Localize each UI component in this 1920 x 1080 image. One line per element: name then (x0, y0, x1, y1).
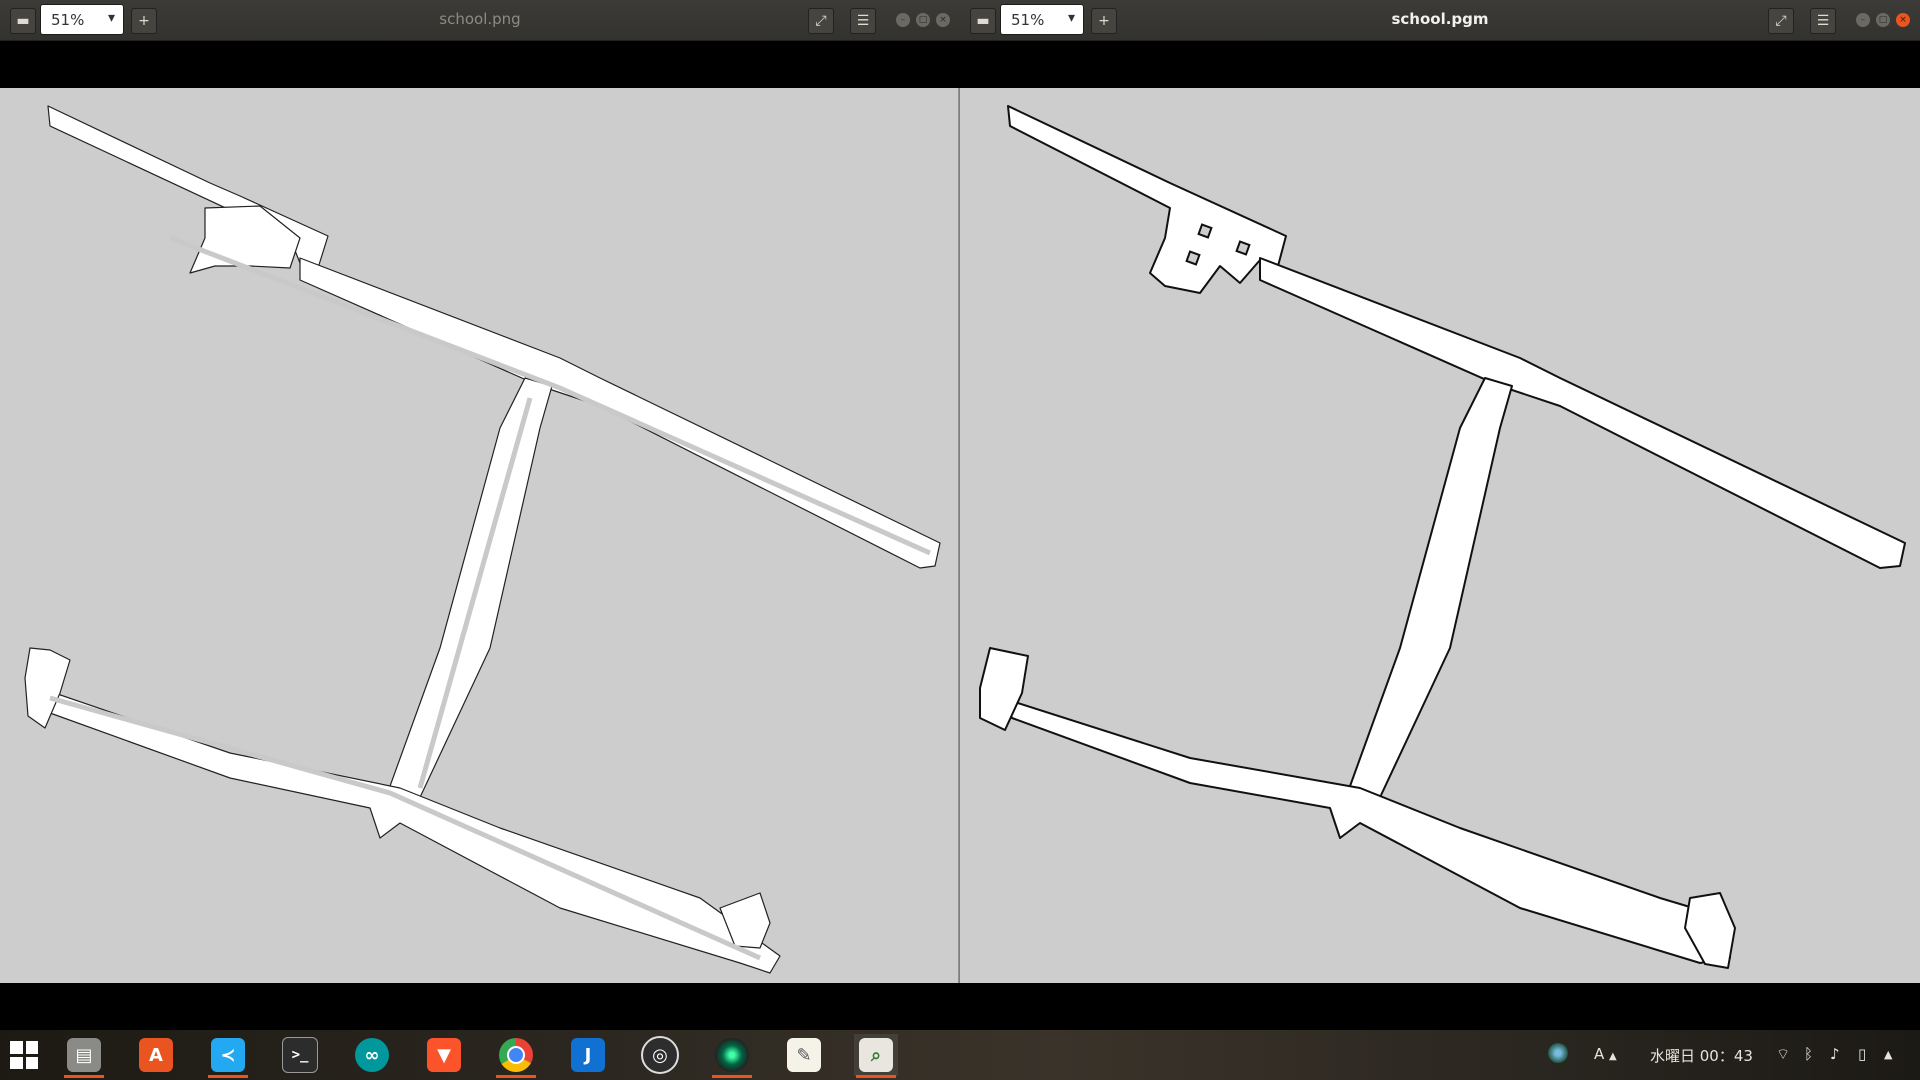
desktop: ▬ 51% ▾ + school.png ⤢ ☰ – □ × ▬ 51% ▾ +… (0, 0, 1920, 1080)
taskbar: ▤ A ≺ >_ ∞ ▼ J ◎ ✎ ⌕ A ▲ 水曜日 00：43 ⌔ ᛒ ♪… (0, 1030, 1920, 1080)
close-icon: × (939, 15, 947, 25)
header-bar: ▬ 51% ▾ + school.pgm ⤢ ☰ – □ × (960, 0, 1920, 41)
fullscreen-button[interactable]: ⤢ (1768, 8, 1794, 34)
occupancy-map-png (24, 105, 941, 974)
map-corridor (384, 377, 553, 809)
taskbar-text-editor[interactable]: ✎ (782, 1034, 826, 1076)
taskbar-camera[interactable] (710, 1034, 754, 1078)
volume-icon[interactable]: ♪ (1830, 1045, 1840, 1063)
minimize-button[interactable]: – (896, 13, 910, 27)
taskbar-vscode[interactable]: ≺ (206, 1034, 250, 1078)
running-indicator (64, 1075, 104, 1078)
zoom-select[interactable]: 51% ▾ (1000, 4, 1084, 35)
wifi-icon[interactable]: ⌔ (1776, 1045, 1790, 1064)
minimize-button[interactable]: – (1856, 13, 1870, 27)
zoom-out-button[interactable]: ▬ (10, 8, 36, 34)
chevron-down-icon: ▾ (107, 10, 115, 26)
lens-icon (715, 1038, 749, 1072)
chrome-icon (499, 1038, 533, 1072)
input-method-label: A (1594, 1045, 1605, 1063)
maximize-icon: □ (918, 15, 928, 25)
vscode-icon: ≺ (211, 1038, 245, 1072)
hamburger-icon: ☰ (856, 13, 870, 29)
image-viewer-window-right: ▬ 51% ▾ + school.pgm ⤢ ☰ – □ × (960, 0, 1920, 983)
file-cabinet-icon: ▤ (67, 1038, 101, 1072)
taskbar-files[interactable]: ▤ (62, 1034, 106, 1078)
menu-button[interactable]: ☰ (1810, 8, 1836, 34)
window-title: school.pgm (1391, 10, 1489, 28)
map-corridor (1344, 377, 1513, 809)
image-canvas[interactable] (0, 88, 960, 983)
image-canvas[interactable] (960, 88, 1920, 983)
map-corridor (1259, 257, 1906, 569)
taskbar-software-center[interactable]: A (134, 1034, 178, 1076)
caret-up-icon: ▲ (1609, 1051, 1617, 1062)
minus-icon: ▬ (976, 13, 990, 29)
minimize-icon: – (900, 15, 906, 25)
input-method-indicator[interactable]: A ▲ (1594, 1045, 1617, 1063)
running-indicator (208, 1075, 248, 1078)
zoom-value: 51% (1011, 11, 1045, 29)
bluetooth-icon[interactable]: ᛒ (1804, 1045, 1813, 1063)
image-viewer-window-left: ▬ 51% ▾ + school.png ⤢ ☰ – □ × (0, 0, 960, 983)
zoom-in-button[interactable]: + (131, 8, 157, 34)
plus-icon: + (138, 13, 150, 29)
tray-expand-icon[interactable]: ▲ (1884, 1048, 1892, 1061)
maximize-button[interactable]: □ (1876, 13, 1890, 27)
taskbar-arduino[interactable]: ∞ (350, 1034, 394, 1076)
running-indicator (856, 1075, 896, 1078)
header-bar: ▬ 51% ▾ + school.png ⤢ ☰ – □ × (0, 0, 960, 41)
zoom-value: 51% (51, 11, 85, 29)
maximize-icon: □ (1878, 15, 1888, 25)
taskbar-chrome[interactable] (494, 1034, 538, 1078)
zoom-out-button[interactable]: ▬ (970, 8, 996, 34)
expand-icon: ⤢ (1775, 13, 1787, 29)
map-corridor (1001, 697, 1731, 964)
map-corridor (1007, 105, 1287, 294)
taskbar-brave[interactable]: ▼ (422, 1034, 466, 1076)
taskbar-terminal[interactable]: >_ (278, 1034, 322, 1076)
battery-icon[interactable]: ▯ (1858, 1045, 1866, 1063)
taskbar-joplin[interactable]: J (566, 1034, 610, 1076)
app-grid-button[interactable] (2, 1034, 46, 1076)
network-globe-icon[interactable] (1548, 1043, 1568, 1063)
notepad-icon: ✎ (787, 1038, 821, 1072)
close-button[interactable]: × (1896, 13, 1910, 27)
running-indicator (712, 1075, 752, 1078)
taskbar-obs[interactable]: ◎ (638, 1034, 682, 1076)
zoom-select[interactable]: 51% ▾ (40, 4, 124, 35)
chevron-down-icon: ▾ (1067, 10, 1075, 26)
fullscreen-button[interactable]: ⤢ (808, 8, 834, 34)
lion-icon: ▼ (427, 1038, 461, 1072)
magnifier-image-icon: ⌕ (859, 1038, 893, 1072)
infinity-icon: ∞ (355, 1038, 389, 1072)
running-indicator (496, 1075, 536, 1078)
shopping-bag-icon: A (139, 1038, 173, 1072)
minus-icon: ▬ (16, 13, 30, 29)
zoom-in-button[interactable]: + (1091, 8, 1117, 34)
minimize-icon: – (1860, 15, 1866, 25)
expand-icon: ⤢ (815, 13, 827, 29)
taskbar-image-viewer[interactable]: ⌕ (854, 1034, 898, 1078)
maximize-button[interactable]: □ (916, 13, 930, 27)
close-icon: × (1899, 15, 1907, 25)
clock[interactable]: 水曜日 00：43 (1650, 1045, 1753, 1066)
occupancy-map-pgm (979, 105, 1906, 969)
plus-icon: + (1098, 13, 1110, 29)
hamburger-icon: ☰ (1816, 13, 1830, 29)
grid-icon (10, 1041, 38, 1069)
obs-icon: ◎ (641, 1036, 679, 1074)
terminal-icon: >_ (282, 1037, 318, 1073)
close-button[interactable]: × (936, 13, 950, 27)
j-icon: J (571, 1038, 605, 1072)
window-title: school.png (439, 10, 521, 28)
menu-button[interactable]: ☰ (850, 8, 876, 34)
